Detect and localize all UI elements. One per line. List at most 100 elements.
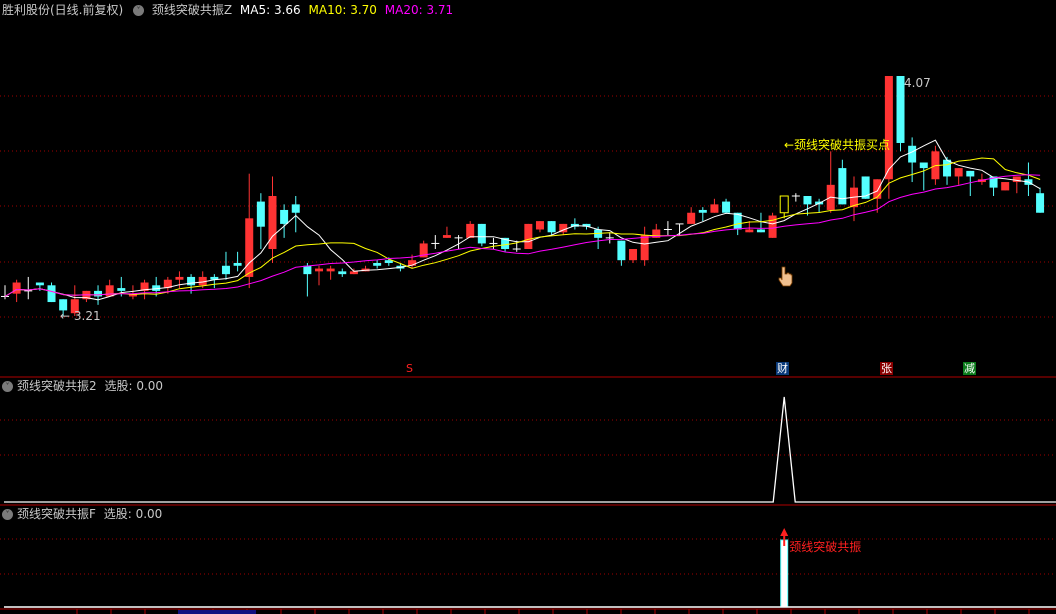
- candles: [1, 76, 1045, 316]
- candle[interactable]: [280, 204, 289, 238]
- candle-body: [943, 159, 952, 177]
- candle[interactable]: [268, 176, 277, 263]
- ma10-value: MA10: 3.70: [308, 3, 377, 17]
- candle[interactable]: [303, 262, 312, 297]
- candle[interactable]: [256, 193, 265, 250]
- panel3-title[interactable]: 颈线突破共振F: [17, 507, 96, 521]
- candle-body: [710, 204, 719, 213]
- panel2-value: 选股: 0.00: [104, 379, 164, 393]
- candle[interactable]: [954, 168, 963, 185]
- candle[interactable]: [1012, 176, 1021, 194]
- candle[interactable]: [791, 193, 800, 202]
- candle[interactable]: [128, 285, 137, 300]
- candle[interactable]: [989, 176, 998, 196]
- candle-body: [221, 265, 230, 275]
- chevron-down-icon[interactable]: ˅: [2, 381, 13, 392]
- candle-body: [94, 290, 103, 297]
- candle[interactable]: [524, 223, 533, 250]
- candle[interactable]: [1024, 162, 1033, 196]
- candle[interactable]: [442, 226, 451, 238]
- candle-body: [698, 209, 707, 213]
- candle[interactable]: [919, 162, 928, 191]
- candle-body: [908, 145, 917, 163]
- candle[interactable]: [687, 207, 696, 224]
- candle-body: [524, 223, 533, 250]
- candle[interactable]: [535, 221, 544, 233]
- candle[interactable]: [861, 176, 870, 199]
- stock-title: 胜利股份(日线.前复权): [2, 3, 124, 17]
- marker-s[interactable]: S: [405, 362, 414, 375]
- candle[interactable]: [570, 218, 579, 230]
- candle[interactable]: [24, 276, 33, 300]
- candle-body: [373, 262, 382, 266]
- candle[interactable]: [210, 274, 219, 289]
- candle[interactable]: [431, 235, 440, 250]
- main-header: 胜利股份(日线.前复权) ˅ 颈线突破共振Z MA5: 3.66 MA10: 3…: [2, 2, 457, 18]
- candle-body: [338, 271, 347, 275]
- ma10-line: [4, 157, 1041, 297]
- high-price-label: 4.07: [904, 76, 931, 90]
- chevron-down-icon[interactable]: ˅: [2, 509, 13, 520]
- candle[interactable]: [338, 268, 347, 277]
- candle-body: [629, 249, 638, 261]
- candle[interactable]: [722, 198, 731, 213]
- candle[interactable]: [291, 196, 300, 233]
- chevron-down-icon[interactable]: ˅: [133, 5, 145, 16]
- candle-body: [756, 229, 765, 233]
- hand-cursor-icon: [778, 266, 793, 287]
- candle[interactable]: [1001, 182, 1010, 191]
- candle[interactable]: [826, 151, 835, 213]
- candle-body: [303, 265, 312, 275]
- candle[interactable]: [779, 195, 789, 219]
- candle[interactable]: [315, 265, 324, 286]
- marker-cai[interactable]: 财: [776, 362, 789, 375]
- panel3-header: ˅ 颈线突破共振F 选股: 0.00: [2, 506, 166, 522]
- candle[interactable]: [466, 221, 475, 238]
- candle-body: [687, 212, 696, 224]
- moving-averages: [4, 139, 1041, 301]
- marker-jian[interactable]: 减: [963, 362, 976, 375]
- candle-body: [187, 276, 196, 286]
- candle[interactable]: [663, 221, 672, 236]
- candle[interactable]: [326, 265, 335, 280]
- candle[interactable]: [489, 237, 498, 250]
- candle-body: [1001, 182, 1010, 191]
- candle-body: [1036, 193, 1045, 213]
- candle[interactable]: [373, 260, 382, 269]
- candle-body: [779, 195, 789, 214]
- candle-body: [326, 268, 335, 272]
- candle-body: [617, 240, 626, 261]
- candle-body: [12, 282, 21, 294]
- indicator-name[interactable]: 颈线突破共振Z: [152, 3, 232, 17]
- candle-body: [105, 285, 114, 297]
- candle[interactable]: [221, 251, 230, 280]
- candle[interactable]: [1, 285, 9, 300]
- candle[interactable]: [710, 198, 719, 213]
- candle-body: [803, 196, 812, 205]
- ma5-value: MA5: 3.66: [239, 3, 301, 17]
- low-price-label: ← 3.21: [60, 309, 101, 323]
- candle[interactable]: [605, 232, 614, 244]
- candle-body: [256, 201, 265, 227]
- candle[interactable]: [245, 173, 254, 289]
- candle[interactable]: [838, 159, 847, 205]
- candle[interactable]: [1036, 187, 1045, 213]
- panel2-header: ˅ 颈线突破共振2 选股: 0.00: [2, 378, 167, 394]
- scroll-thumb[interactable]: [178, 610, 256, 614]
- candle-body: [233, 262, 242, 266]
- candle[interactable]: [82, 290, 91, 303]
- ma20-line: [4, 174, 1041, 297]
- candle[interactable]: [698, 207, 707, 222]
- candle-body: [966, 170, 975, 177]
- candle[interactable]: [768, 212, 777, 238]
- candle[interactable]: [629, 249, 638, 263]
- candle-body: [175, 276, 184, 280]
- candle[interactable]: [547, 221, 556, 236]
- candle-body: [477, 223, 486, 244]
- candle-body: [861, 176, 870, 199]
- marker-zhang[interactable]: 张: [880, 362, 893, 375]
- candle[interactable]: [640, 226, 649, 266]
- panel2-title[interactable]: 颈线突破共振2: [17, 379, 97, 393]
- candle-body: [280, 209, 289, 224]
- candle[interactable]: [477, 223, 486, 247]
